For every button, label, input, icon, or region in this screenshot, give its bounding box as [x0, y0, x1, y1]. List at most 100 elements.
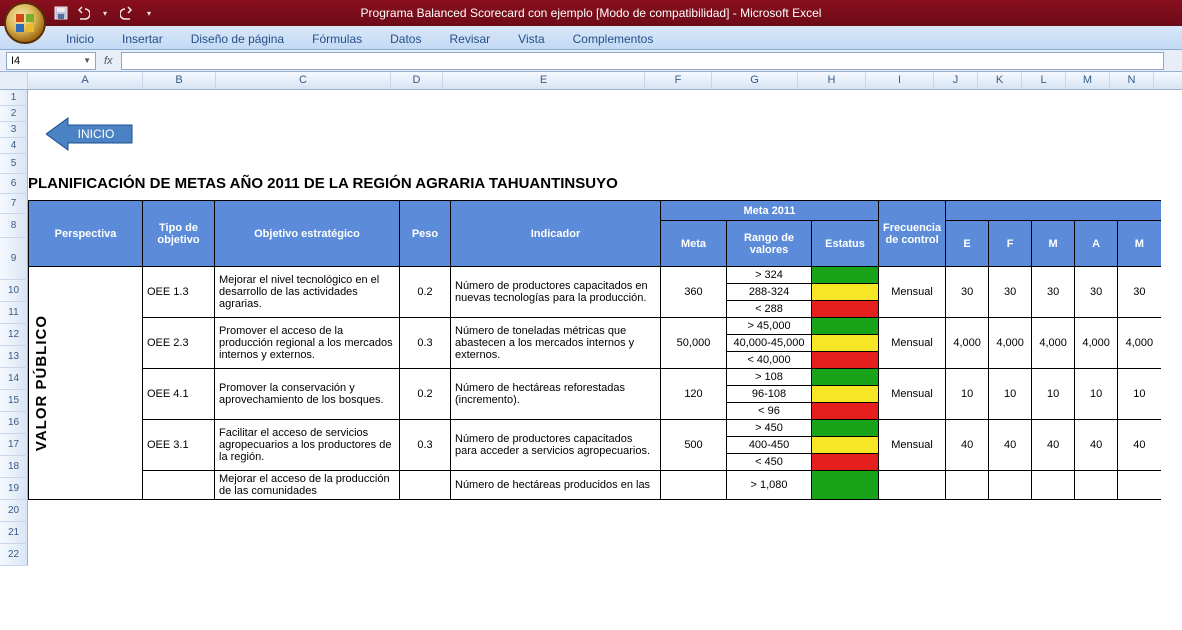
cell-tipo[interactable]: OEE 2.3 [143, 318, 215, 369]
save-icon[interactable] [52, 4, 70, 22]
cell-month[interactable]: 4,000 [1118, 318, 1161, 369]
row-22[interactable]: 22 [0, 544, 28, 566]
col-A[interactable]: A [28, 72, 143, 89]
row-21[interactable]: 21 [0, 522, 28, 544]
row-2[interactable]: 2 [0, 106, 28, 122]
cell-month[interactable]: 40 [946, 420, 989, 471]
cell-meta[interactable]: 50,000 [661, 318, 727, 369]
tab-insertar[interactable]: Insertar [108, 28, 177, 49]
row-19[interactable]: 19 [0, 478, 28, 500]
cell-meta[interactable]: 500 [661, 420, 727, 471]
cell-month[interactable] [989, 471, 1032, 500]
cell-estatus[interactable] [812, 420, 879, 437]
cell-month[interactable]: 30 [946, 267, 989, 318]
cell-freq[interactable]: Mensual [879, 369, 946, 420]
cell-month[interactable]: 10 [989, 369, 1032, 420]
col-C[interactable]: C [216, 72, 391, 89]
col-D[interactable]: D [391, 72, 443, 89]
row-15[interactable]: 15 [0, 390, 28, 412]
cell-tipo[interactable]: OEE 3.1 [143, 420, 215, 471]
formula-bar[interactable] [121, 52, 1164, 70]
cell-rango[interactable]: < 450 [727, 454, 812, 471]
cell-rango[interactable]: > 450 [727, 420, 812, 437]
cell-month[interactable]: 10 [1032, 369, 1075, 420]
row-9[interactable]: 9 [0, 238, 28, 280]
cell-month[interactable]: 40 [1118, 420, 1161, 471]
inicio-nav-arrow[interactable]: INICIO [46, 116, 136, 157]
cell-obj[interactable]: Promover el acceso de la producción regi… [215, 318, 400, 369]
cell-obj[interactable]: Promover la conservación y aprovechamien… [215, 369, 400, 420]
cell-rango[interactable]: < 288 [727, 301, 812, 318]
cell-peso[interactable]: 0.2 [400, 267, 451, 318]
tab-vista[interactable]: Vista [504, 28, 558, 49]
col-K[interactable]: K [978, 72, 1022, 89]
row-18[interactable]: 18 [0, 456, 28, 478]
cell-estatus[interactable] [812, 318, 879, 335]
cell-tipo[interactable]: OEE 4.1 [143, 369, 215, 420]
name-box[interactable]: I4 ▼ [6, 52, 96, 70]
row-20[interactable]: 20 [0, 500, 28, 522]
cell-rango[interactable]: 400-450 [727, 437, 812, 454]
row-17[interactable]: 17 [0, 434, 28, 456]
cell-estatus[interactable] [812, 471, 879, 500]
cell-obj[interactable]: Mejorar el nivel tecnológico en el desar… [215, 267, 400, 318]
col-J[interactable]: J [934, 72, 978, 89]
row-6[interactable]: 6 [0, 174, 28, 194]
cell-month[interactable]: 4,000 [989, 318, 1032, 369]
cell-month[interactable] [1118, 471, 1161, 500]
cell-month[interactable]: 10 [1118, 369, 1161, 420]
cell-rango[interactable]: 288-324 [727, 284, 812, 301]
cell-estatus[interactable] [812, 437, 879, 454]
cell-rango[interactable]: < 40,000 [727, 352, 812, 369]
cell-month[interactable]: 40 [989, 420, 1032, 471]
cell-obj[interactable]: Mejorar el acceso de la producción de la… [215, 471, 400, 500]
row-1[interactable]: 1 [0, 90, 28, 106]
row-4[interactable]: 4 [0, 138, 28, 154]
cell-rango[interactable]: > 1,080 [727, 471, 812, 500]
cell-month[interactable] [1032, 471, 1075, 500]
col-H[interactable]: H [798, 72, 866, 89]
cell-meta[interactable]: 360 [661, 267, 727, 318]
tab-formulas[interactable]: Fórmulas [298, 28, 376, 49]
cell-month[interactable]: 4,000 [946, 318, 989, 369]
cell-month[interactable] [946, 471, 989, 500]
cell-month[interactable]: 30 [1032, 267, 1075, 318]
cell-freq[interactable]: Mensual [879, 267, 946, 318]
cell-month[interactable]: 40 [1032, 420, 1075, 471]
cell-estatus[interactable] [812, 301, 879, 318]
col-B[interactable]: B [143, 72, 216, 89]
cell-freq[interactable]: Mensual [879, 318, 946, 369]
cell-estatus[interactable] [812, 386, 879, 403]
cell-peso[interactable] [400, 471, 451, 500]
cell-month[interactable]: 40 [1075, 420, 1118, 471]
tab-inicio[interactable]: Inicio [52, 28, 108, 49]
row-13[interactable]: 13 [0, 346, 28, 368]
tab-diseno[interactable]: Diseño de página [177, 28, 298, 49]
col-M[interactable]: M [1066, 72, 1110, 89]
redo-icon[interactable] [118, 4, 136, 22]
tab-datos[interactable]: Datos [376, 28, 435, 49]
row-16[interactable]: 16 [0, 412, 28, 434]
cell-peso[interactable]: 0.3 [400, 420, 451, 471]
row-11[interactable]: 11 [0, 302, 28, 324]
cell-peso[interactable]: 0.2 [400, 369, 451, 420]
tab-revisar[interactable]: Revisar [435, 28, 504, 49]
cell-rango[interactable]: > 324 [727, 267, 812, 284]
office-button[interactable] [4, 2, 46, 44]
row-10[interactable]: 10 [0, 280, 28, 302]
cell-freq[interactable]: Mensual [879, 420, 946, 471]
row-5[interactable]: 5 [0, 154, 28, 174]
tab-complementos[interactable]: Complementos [559, 28, 668, 49]
cell-estatus[interactable] [812, 352, 879, 369]
cell-month[interactable]: 30 [1075, 267, 1118, 318]
col-N[interactable]: N [1110, 72, 1154, 89]
cell-estatus[interactable] [812, 284, 879, 301]
cell-rango[interactable]: < 96 [727, 403, 812, 420]
row-7[interactable]: 7 [0, 194, 28, 214]
cell-estatus[interactable] [812, 454, 879, 471]
row-12[interactable]: 12 [0, 324, 28, 346]
cell-month[interactable] [1075, 471, 1118, 500]
cell-peso[interactable]: 0.3 [400, 318, 451, 369]
cell-rango[interactable]: 40,000-45,000 [727, 335, 812, 352]
cell-rango[interactable]: > 108 [727, 369, 812, 386]
